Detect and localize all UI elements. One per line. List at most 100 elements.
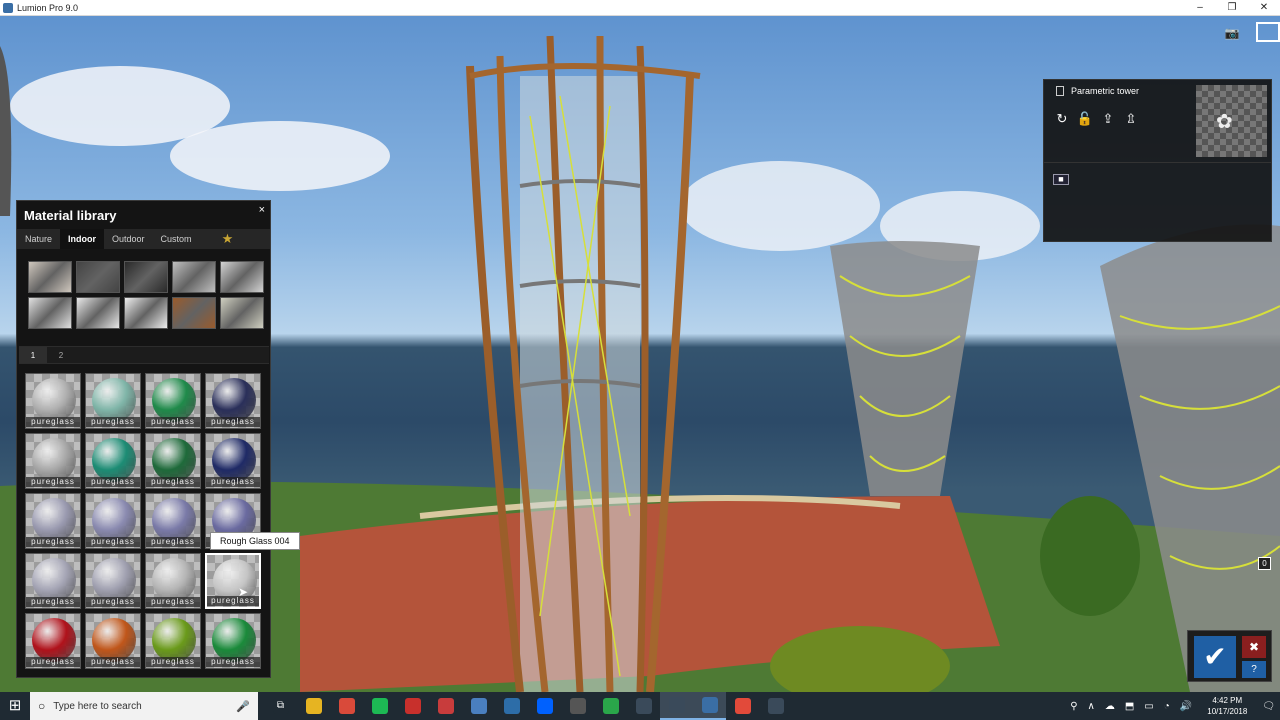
screen-view-button[interactable] bbox=[1256, 22, 1280, 42]
clock[interactable]: 4:42 PM 10/17/2018 bbox=[1207, 695, 1247, 717]
glass-material-thumbnail[interactable]: pureglass bbox=[25, 373, 81, 429]
camera-view-button[interactable]: 📷 bbox=[1220, 22, 1244, 42]
glass-material-thumbnail[interactable]: pureglass bbox=[85, 553, 141, 609]
clock-time: 4:42 PM bbox=[1212, 696, 1243, 705]
category-glass[interactable] bbox=[76, 261, 120, 293]
taskbar-app-rhino-3[interactable] bbox=[759, 692, 792, 720]
object-preview: ✿ bbox=[1196, 85, 1267, 157]
category-leather[interactable] bbox=[124, 261, 168, 293]
page-1[interactable]: 1 bbox=[19, 347, 47, 363]
glass-material-thumbnail[interactable]: pureglass bbox=[145, 433, 201, 489]
close-window-button[interactable]: ✕ bbox=[1248, 0, 1280, 16]
glass-material-grid: pureglass pureglass pureglass pureglass pure… bbox=[25, 373, 265, 669]
taskbar-app-task-view[interactable]: ⧉ bbox=[264, 692, 297, 720]
glass-material-thumbnail[interactable]: pureglass bbox=[145, 613, 201, 669]
taskbar-app-lumion[interactable] bbox=[693, 692, 726, 720]
glass-material-thumbnail[interactable]: pureglass bbox=[145, 553, 201, 609]
glass-material-thumbnail[interactable]: pureglass bbox=[145, 493, 201, 549]
material-category-grid bbox=[28, 261, 268, 329]
glass-material-thumbnail[interactable]: pureglass bbox=[85, 373, 141, 429]
taskbar-app-app-red-1[interactable] bbox=[396, 692, 429, 720]
glass-material-thumbnail[interactable]: pureglass bbox=[85, 613, 141, 669]
display-icon[interactable]: ▭ bbox=[1144, 701, 1153, 712]
glass-label: pureglass bbox=[86, 537, 140, 547]
glass-material-thumbnail[interactable]: pureglass bbox=[25, 433, 81, 489]
glass-material-thumbnail[interactable]: pureglass bbox=[85, 493, 141, 549]
glass-label: pureglass bbox=[146, 597, 200, 607]
taskbar-app-spotify[interactable] bbox=[363, 692, 396, 720]
tab-indoor[interactable]: Indoor bbox=[60, 229, 105, 249]
volume-icon[interactable]: 🔊 bbox=[1180, 701, 1192, 712]
category-metal[interactable] bbox=[172, 261, 216, 293]
page-2[interactable]: 2 bbox=[47, 347, 75, 363]
taskbar-app-rhino-2[interactable] bbox=[660, 692, 693, 720]
glass-label: pureglass bbox=[86, 597, 140, 607]
ok-button[interactable]: ✔ bbox=[1194, 636, 1236, 678]
taskbar-apps: ⧉ bbox=[264, 692, 792, 720]
favorites-star-icon[interactable]: ★ bbox=[214, 229, 242, 249]
people-icon[interactable]: ⚲ bbox=[1070, 701, 1077, 712]
glass-material-thumbnail[interactable]: pureglass bbox=[85, 433, 141, 489]
show-hidden-icons[interactable]: ∧ bbox=[1088, 701, 1095, 712]
glass-label: pureglass bbox=[26, 537, 80, 547]
taskbar-app-chrome[interactable] bbox=[330, 692, 363, 720]
camtasia-rec-icon bbox=[734, 698, 751, 714]
snap-button[interactable]: 0 bbox=[1258, 557, 1271, 570]
tray-icons: ⚲ ∧ ☁ ⬒ ▭ ◔ 🔊 bbox=[1065, 701, 1197, 712]
object-properties-panel: Parametric tower ↻ 🔓 ⇪ ⇫ ✿ ■ bbox=[1043, 79, 1272, 242]
cancel-button[interactable]: ✖ bbox=[1242, 636, 1266, 658]
material-color-icon[interactable]: ■ bbox=[1053, 174, 1069, 185]
material-sphere bbox=[32, 618, 76, 662]
category-curtain[interactable] bbox=[220, 297, 264, 329]
glass-material-thumbnail[interactable]: pureglass bbox=[205, 613, 261, 669]
minimize-button[interactable]: – bbox=[1184, 0, 1216, 16]
battery-icon[interactable]: ⬒ bbox=[1125, 701, 1134, 712]
glass-material-thumbnail[interactable]: pureglass bbox=[25, 493, 81, 549]
tab-outdoor[interactable]: Outdoor bbox=[104, 229, 153, 249]
taskbar-app-dropbox[interactable] bbox=[528, 692, 561, 720]
category-stone[interactable] bbox=[76, 297, 120, 329]
glass-material-thumbnail[interactable]: pureglass bbox=[25, 613, 81, 669]
tab-nature[interactable]: Nature bbox=[17, 229, 60, 249]
taskbar-app-rhino-1[interactable] bbox=[627, 692, 660, 720]
export-icon[interactable]: ⇫ bbox=[1122, 110, 1140, 128]
taskbar-app-file-explorer[interactable] bbox=[297, 692, 330, 720]
taskbar-app-camtasia[interactable] bbox=[594, 692, 627, 720]
start-button[interactable]: ⊞ bbox=[0, 692, 30, 720]
app-red-1-icon bbox=[404, 698, 421, 714]
material-sphere bbox=[92, 438, 136, 482]
taskbar-search[interactable]: ○ Type here to search 🎤 bbox=[30, 692, 258, 720]
maximize-button[interactable]: ❐ bbox=[1216, 0, 1248, 16]
glass-material-thumbnail[interactable]: pureglass bbox=[145, 373, 201, 429]
lock-icon[interactable]: 🔓 bbox=[1076, 110, 1094, 128]
material-sphere bbox=[212, 618, 256, 662]
import-icon[interactable]: ⇪ bbox=[1099, 110, 1117, 128]
category-wood[interactable] bbox=[172, 297, 216, 329]
material-sphere bbox=[152, 378, 196, 422]
glass-label: pureglass bbox=[207, 596, 259, 606]
category-plastic[interactable] bbox=[28, 297, 72, 329]
taskbar-app-calculator[interactable] bbox=[561, 692, 594, 720]
category-tiles[interactable] bbox=[124, 297, 168, 329]
taskbar-app-app-red-2[interactable] bbox=[429, 692, 462, 720]
close-panel-button[interactable]: × bbox=[259, 204, 265, 216]
category-fabric[interactable] bbox=[28, 261, 72, 293]
microphone-icon[interactable]: 🎤 bbox=[236, 700, 250, 713]
calculator-icon bbox=[569, 698, 586, 714]
help-button[interactable]: ? bbox=[1242, 661, 1266, 678]
taskbar-app-lumion-blue[interactable] bbox=[495, 692, 528, 720]
onedrive-icon[interactable]: ☁ bbox=[1105, 701, 1115, 712]
glass-material-thumbnail[interactable]: pureglass bbox=[205, 553, 261, 609]
material-sphere bbox=[32, 498, 76, 542]
category-plaster[interactable] bbox=[220, 261, 264, 293]
glass-material-thumbnail[interactable]: pureglass bbox=[205, 433, 261, 489]
glass-material-thumbnail[interactable]: pureglass bbox=[25, 553, 81, 609]
notification-icon[interactable]: 🗨 bbox=[1262, 701, 1275, 712]
refresh-icon[interactable]: ↻ bbox=[1053, 110, 1071, 128]
tab-custom[interactable]: Custom bbox=[153, 229, 200, 249]
taskbar-app-app-blue[interactable] bbox=[462, 692, 495, 720]
glass-material-thumbnail[interactable]: pureglass bbox=[205, 373, 261, 429]
material-sphere bbox=[152, 438, 196, 482]
taskbar-app-camtasia-rec[interactable] bbox=[726, 692, 759, 720]
wifi-icon[interactable]: ◔ bbox=[1164, 701, 1170, 712]
